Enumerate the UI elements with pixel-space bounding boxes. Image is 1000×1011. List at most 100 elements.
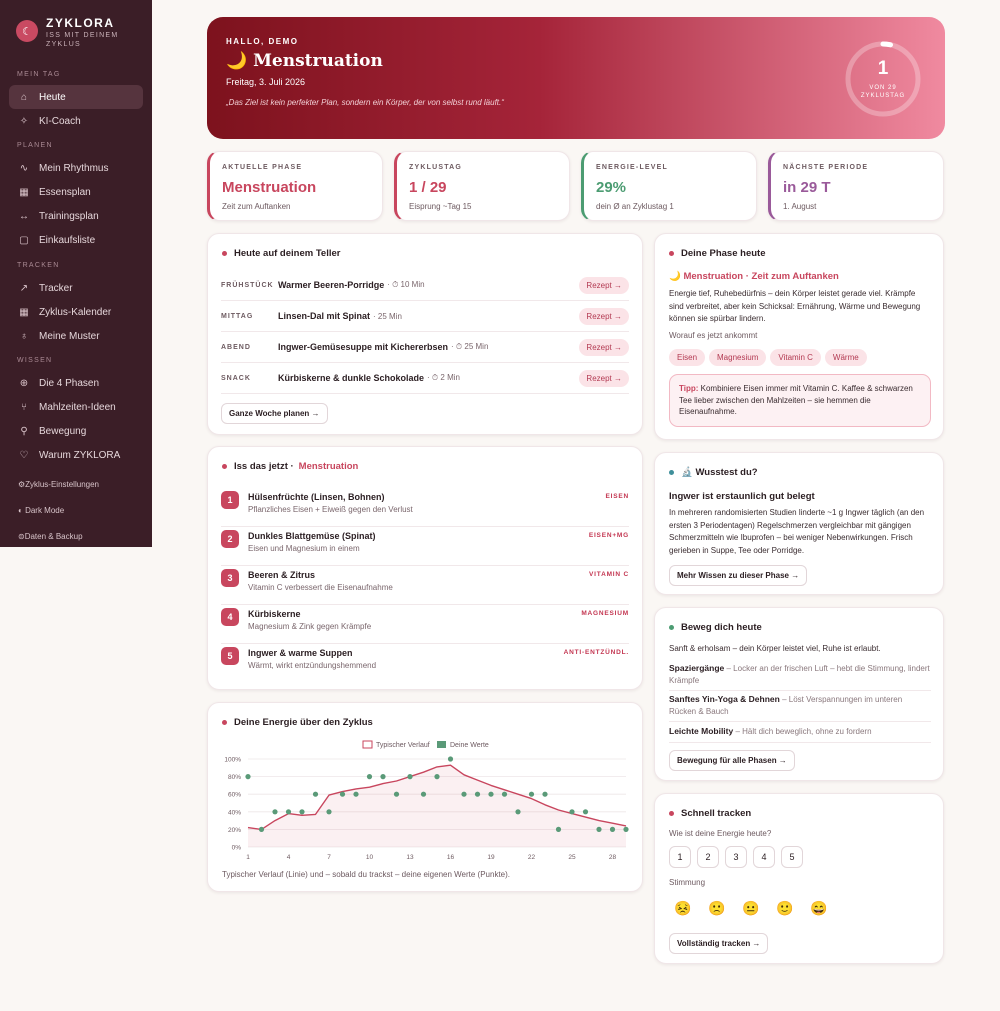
sidebar-item-bewegung[interactable]: ⚲ Bewegung	[9, 419, 143, 443]
meal-row: FRÜHSTÜCK Warmer Beeren-Porridge · ⏱ 10 …	[221, 270, 629, 301]
energy-score-2[interactable]: 2	[697, 846, 719, 868]
mood-very-bad-icon[interactable]: 😣	[674, 900, 691, 916]
all-phases-movement-button[interactable]: Bewegung für alle Phasen →	[669, 750, 795, 771]
stat-label: Energie-Level	[596, 164, 668, 171]
full-track-button[interactable]: Vollständig tracken →	[669, 933, 769, 954]
mood-buttons: 😣 🙁 😐 🙂 😄	[674, 900, 834, 918]
sidebar-item-mahlzeiten-ideen[interactable]: ⑂ Mahlzeiten-Ideen	[9, 395, 143, 419]
sidebar-item-meine-muster[interactable]: ♁ Meine Muster	[9, 324, 143, 348]
food-desc: Pflanzliches Eisen + Eiweiß gegen den Ve…	[248, 505, 413, 514]
did-you-know-heading: Ingwer ist erstaunlich gut belegt	[669, 491, 815, 502]
energy-chart-card: Deine Energie über den Zyklus 0% 20% 40% 60…	[207, 702, 643, 892]
meal-time: SNACK	[221, 374, 251, 382]
legend-values-label: Deine Werte	[450, 742, 489, 749]
week-plan-button[interactable]: Ganze Woche planen →	[221, 403, 328, 424]
data-point	[312, 791, 319, 797]
stat-card-energie: Energie-Level 29% dein Ø an Zyklustag 1	[581, 151, 757, 221]
food-desc: Wärmt, wirkt entzündungshemmend	[248, 661, 377, 670]
dark-mode-toggle[interactable]: ◐ Dark Mode	[18, 506, 64, 515]
food-row: 1 Hülsenfrüchte (Linsen, Bohnen) Pflanzl…	[221, 488, 629, 527]
energy-score-4[interactable]: 4	[753, 846, 775, 868]
dot-icon	[222, 251, 227, 256]
mood-bad-icon[interactable]: 🙁	[708, 900, 725, 916]
food-row: 5 Ingwer & warme Suppen Wärmt, wirkt ent…	[221, 644, 629, 683]
meal-duration: · ⏱ 2 Min	[427, 373, 460, 382]
sidebar-item-tracker[interactable]: ↗ Tracker	[9, 276, 143, 300]
legend-values-swatch	[437, 741, 446, 748]
stat-card-phase: Aktuelle Phase Menstruation Zeit zum Auf…	[207, 151, 383, 221]
cycle-ring: 1 von 29 Zyklustag	[843, 39, 923, 119]
x-tick-label: 16	[447, 854, 455, 861]
brand-tagline: Iss mit deinem Zyklus	[46, 32, 119, 48]
x-tick-label: 19	[487, 854, 495, 861]
run-icon: ⚲	[20, 425, 28, 437]
food-desc: Magnesium & Zink gegen Krämpfe	[248, 622, 372, 631]
rezept-button[interactable]: Rezept →	[579, 339, 629, 356]
data-point	[420, 791, 427, 797]
data-point	[609, 826, 616, 832]
zyklus-einstellungen-link[interactable]: ⚙Zyklus-Einstellungen	[18, 480, 99, 489]
sidebar-item-trainingsplan[interactable]: ↔ Trainingsplan	[9, 204, 143, 228]
bulb-icon: ♁	[20, 330, 28, 342]
rezept-button[interactable]: Rezept →	[579, 308, 629, 325]
meal-time: FRÜHSTÜCK	[221, 281, 274, 289]
data-point	[326, 809, 332, 815]
energy-score-1[interactable]: 1	[669, 846, 691, 868]
plate-title: Heute auf deinem Teller	[222, 248, 340, 259]
dot-icon	[222, 720, 227, 725]
chip-magnesium: Magnesium	[709, 349, 767, 366]
daten-backup-link[interactable]: ⊜Daten & Backup	[18, 532, 83, 541]
y-tick-label: 80%	[228, 774, 241, 781]
legend-typical-label: Typischer Verlauf	[376, 742, 430, 749]
meal-row: ABEND Ingwer-Gemüsesuppe mit Kichererbse…	[221, 332, 629, 363]
phase-description: Energie tief, Ruhebedürfnis – dein Körpe…	[669, 289, 921, 323]
hero-banner: HALLO, DEMO 🌙 Menstruation Freitag, 3. J…	[207, 17, 945, 139]
meal-row: MITTAG Linsen-Dal mit Spinat · 25 Min Re…	[221, 301, 629, 332]
rezept-button[interactable]: Rezept →	[579, 370, 629, 387]
x-tick-label: 25	[568, 854, 576, 861]
nutrient-tag: EISEN	[605, 493, 629, 500]
mood-good-icon[interactable]: 🙂	[776, 900, 793, 916]
phase-heading: 🌙 Menstruation · Zeit zum Auftanken	[669, 271, 839, 282]
quick-track-title: Schnell tracken	[669, 808, 751, 819]
food-row: 2 Dunkles Blattgemüse (Spinat) Eisen und…	[221, 527, 629, 566]
legend-typical-swatch	[362, 740, 373, 749]
chip-eisen: Eisen	[669, 349, 706, 366]
data-point	[272, 809, 278, 815]
mood-neutral-icon[interactable]: 😐	[742, 900, 759, 916]
hero-greeting: HALLO, DEMO	[226, 37, 299, 46]
mood-very-good-icon[interactable]: 😄	[810, 900, 827, 916]
chart-icon: ↗	[19, 282, 29, 294]
heart-icon: ♡	[19, 449, 29, 461]
data-point	[596, 826, 602, 832]
home-icon: ⌂	[20, 91, 28, 103]
energy-score-3[interactable]: 3	[725, 846, 747, 868]
stat-sub: 1. August	[783, 202, 817, 211]
sidebar-item-mein-rhythmus[interactable]: ∿ Mein Rhythmus	[9, 156, 143, 180]
brand[interactable]: ☾ ZYKLORA Iss mit deinem Zyklus	[16, 16, 122, 49]
more-knowledge-button[interactable]: Mehr Wissen zu dieser Phase →	[669, 565, 808, 586]
phase-today-title: Deine Phase heute	[669, 248, 765, 259]
nutrient-tag: MAGNESIUM	[581, 610, 629, 617]
rezept-button[interactable]: Rezept →	[579, 277, 629, 294]
food-row: 3 Beeren & Zitrus Vitamin C verbessert d…	[221, 566, 629, 605]
data-point	[258, 826, 265, 832]
energy-score-5[interactable]: 5	[781, 846, 803, 868]
nutrient-tag: VITAMIN C	[589, 571, 629, 578]
food-desc: Eisen und Magnesium in einem	[248, 544, 360, 553]
nav-section-planen: Planen	[17, 142, 53, 149]
mood-label: Stimmung	[669, 878, 706, 887]
sidebar-item-heute[interactable]: ⌂ Heute	[9, 85, 143, 109]
sidebar-item-warum-zyklora[interactable]: ♡ Warum ZYKLORA	[9, 443, 143, 467]
sidebar-item-essensplan[interactable]: ▦ Essensplan	[9, 180, 143, 204]
sidebar-item-die-4-phasen[interactable]: ⊕ Die 4 Phasen	[9, 371, 143, 395]
sidebar-item-ki-coach[interactable]: ✧ KI-Coach	[9, 109, 143, 133]
meal-name: Kürbiskerne & dunkle Schokolade	[278, 373, 425, 383]
x-tick-label: 10	[366, 854, 374, 861]
data-point	[569, 809, 575, 815]
x-tick-label: 1	[246, 854, 250, 861]
sidebar-item-zyklus-kalender[interactable]: ▦ Zyklus-Kalender	[9, 300, 143, 324]
dumbbell-icon: ↔	[19, 210, 29, 222]
sidebar-item-einkaufsliste[interactable]: ▢ Einkaufsliste	[9, 228, 143, 252]
nav-section-tracken: Tracken	[17, 262, 60, 269]
